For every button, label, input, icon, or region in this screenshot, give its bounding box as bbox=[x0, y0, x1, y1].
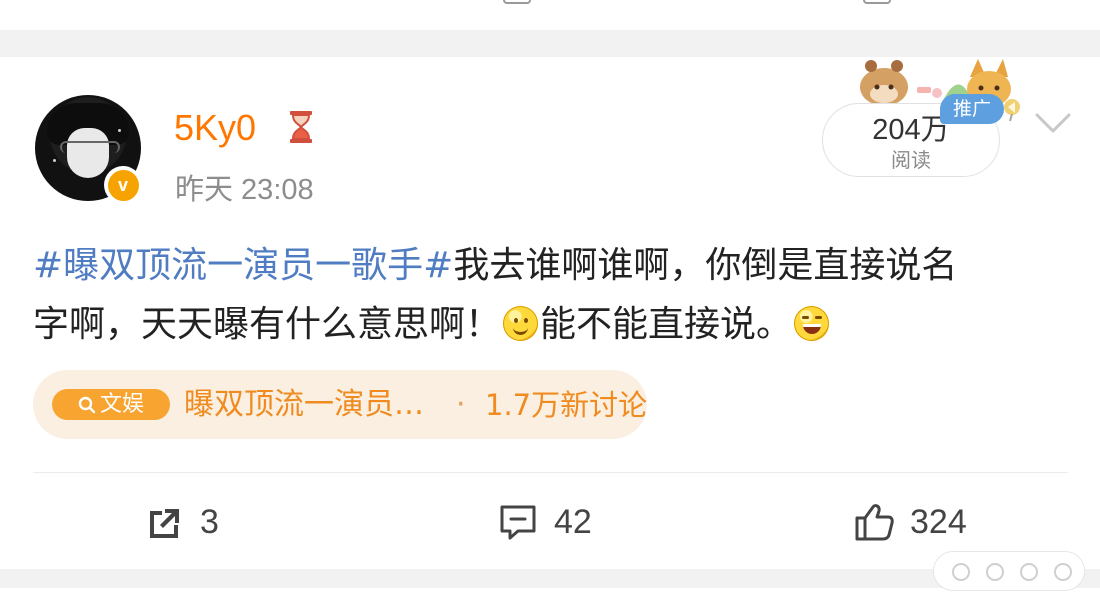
laugh-emoji-icon bbox=[794, 306, 830, 341]
like-count: 324 bbox=[910, 502, 967, 541]
chevron-down-icon[interactable] bbox=[1034, 111, 1072, 135]
comment-count: 42 bbox=[554, 502, 592, 541]
bottom-floating-control bbox=[934, 552, 1084, 590]
previous-comment-icon bbox=[503, 0, 531, 4]
avatar-glasses bbox=[60, 141, 120, 153]
previous-post-strip bbox=[0, 0, 1100, 30]
smile-emoji-icon bbox=[503, 306, 539, 341]
post-text-after-emoji: 能不能直接说。 bbox=[540, 304, 793, 345]
share-icon bbox=[150, 509, 179, 538]
topic-title[interactable]: 曝双顶流一演员… bbox=[184, 386, 444, 424]
post-time: 昨天 23:08 bbox=[175, 174, 314, 206]
floating-dot-icon bbox=[1020, 563, 1038, 581]
topic-discussion-count: 1.7万新讨论 bbox=[485, 388, 648, 422]
action-divider bbox=[33, 472, 1068, 473]
comment-button[interactable]: 42 bbox=[497, 500, 592, 544]
topic-category-label: 文娱 bbox=[99, 392, 144, 417]
megaphone-icon bbox=[1004, 99, 1020, 122]
floating-dot-icon bbox=[1054, 563, 1072, 581]
floating-dot-icon bbox=[952, 563, 970, 581]
view-label: 阅读 bbox=[891, 148, 931, 172]
post-text-line-one: 我去谁啊谁啊，你倒是直接说名 bbox=[453, 245, 958, 286]
like-button[interactable]: 324 bbox=[853, 500, 967, 544]
hourglass-icon bbox=[290, 111, 312, 143]
promotion-badge: 推广 bbox=[940, 94, 1004, 124]
avatar-sparkle bbox=[118, 129, 121, 132]
comment-icon bbox=[500, 505, 536, 540]
like-icon bbox=[855, 504, 894, 541]
avatar-face bbox=[67, 128, 109, 178]
hashtag-link[interactable]: #曝双顶流一演员一歌手# bbox=[33, 245, 453, 286]
username[interactable]: 5Ky0 bbox=[174, 110, 256, 146]
verified-icon: v bbox=[104, 166, 142, 204]
avatar-sparkle bbox=[53, 159, 56, 162]
topic-pill[interactable]: 文娱 曝双顶流一演员… · 1.7万新讨论 bbox=[33, 370, 647, 439]
share-button[interactable]: 3 bbox=[145, 500, 219, 544]
next-post-strip bbox=[0, 588, 1100, 600]
previous-like-icon bbox=[863, 0, 891, 4]
share-count: 3 bbox=[200, 502, 219, 541]
search-icon bbox=[78, 396, 96, 413]
post-body: #曝双顶流一演员一歌手#我去谁啊谁啊，你倒是直接说名 字啊，天天曝有什么意思啊！… bbox=[33, 236, 1068, 354]
topic-separator: · bbox=[456, 387, 466, 422]
post-text-line-two: 字啊，天天曝有什么意思啊！ bbox=[33, 304, 502, 345]
floating-dot-icon bbox=[986, 563, 1004, 581]
topic-category-tag[interactable]: 文娱 bbox=[52, 389, 170, 420]
